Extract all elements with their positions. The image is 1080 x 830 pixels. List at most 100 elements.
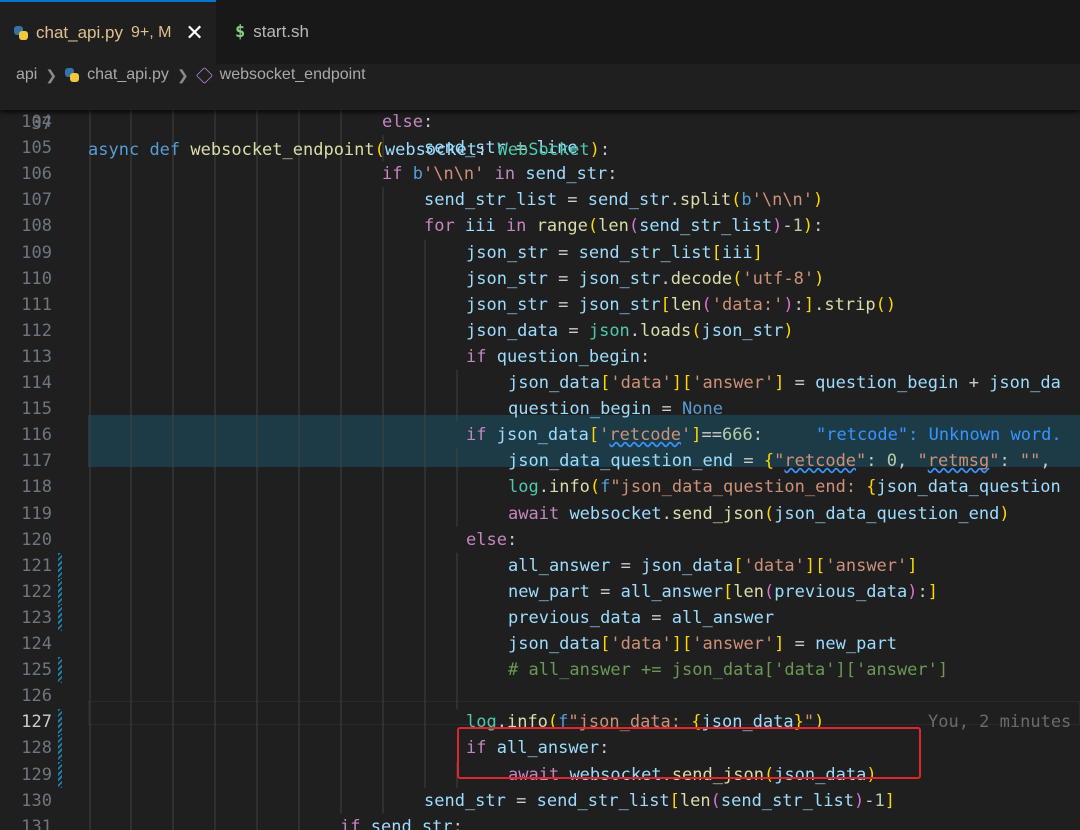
code-line[interactable]: 122 new_part = all_answer[len(previous_da… [0, 578, 1080, 605]
code-text: json_data['data']['answer'] = new_part [508, 634, 898, 654]
code-line[interactable]: 124 json_data['data']['answer'] = new_par… [0, 631, 1080, 657]
line-number: 121 [21, 555, 52, 576]
git-modified-marker [58, 735, 62, 762]
code-line[interactable]: 110 json_str = json_str.decode('utf-8') [0, 266, 1080, 292]
diagnostic-hint: "retcode": Unknown word. [816, 425, 1062, 446]
tab-status-badge: 9+, M [130, 24, 172, 41]
code-line[interactable]: 113 if question_begin: [0, 344, 1080, 370]
line-number: 120 [21, 529, 52, 550]
line-number: 37 [31, 114, 52, 134]
code-line[interactable]: 125 # all_answer += json_data['data']['an… [0, 657, 1080, 684]
code-text: async def websocket_endpoint(websocket: … [88, 140, 611, 160]
git-modified-marker [58, 709, 62, 736]
code-line[interactable]: 121 all_answer = json_data['data']['answe… [0, 552, 1080, 579]
code-text: json_str = send_str_list[iii] [466, 242, 763, 263]
code-line[interactable]: 109 json_str = send_str_list[iii] [0, 240, 1080, 266]
shell-file-icon: $ [235, 22, 246, 42]
code-text: if json_data['retcode']==666: [466, 425, 763, 446]
breadcrumb: api ❯ chat_api.py ❯ websocket_endpoint [0, 64, 1080, 86]
git-modified-marker [58, 604, 62, 631]
code-line[interactable]: 106 if b'\n\n' in send_str: [0, 161, 1080, 187]
line-number: 112 [21, 320, 52, 341]
code-text: log.info(f"json_data_question_end: {json… [508, 477, 1061, 498]
code-text: send_str = send_str_list[len(send_str_li… [424, 790, 895, 811]
code-line[interactable]: 119 await websocket.send_json(json_data_q… [0, 501, 1080, 527]
line-number: 114 [21, 373, 52, 393]
code-line[interactable]: 107 send_str_list = send_str.split(b'\n\n… [0, 187, 1080, 213]
code-line[interactable]: 118 log.info(f"json_data_question_end: {j… [0, 474, 1080, 500]
line-number: 111 [21, 294, 52, 315]
line-number: 119 [21, 503, 52, 524]
code-text: else: [382, 112, 434, 132]
code-line[interactable]: 123 previous_data = all_answer [0, 604, 1080, 631]
code-editor[interactable]: 104 else: 105 send_str = line 106 if b'\n\n' … [0, 110, 1080, 830]
close-icon[interactable]: ✕ [185, 22, 203, 44]
code-text: for iii in range(len(send_str_list)-1): [424, 216, 824, 237]
code-line[interactable]: 126 [0, 683, 1080, 709]
code-text: previous_data = all_answer [508, 607, 775, 628]
python-file-icon [65, 68, 80, 82]
code-text: json_data_question_end = {"retcode": 0, … [508, 451, 1051, 472]
code-line[interactable]: 104 else: [0, 110, 1080, 135]
line-number: 122 [21, 581, 52, 602]
code-line[interactable]: 120 else: [0, 527, 1080, 553]
code-text: json_str = json_str.decode('utf-8') [466, 268, 825, 289]
code-text: question_begin = None [508, 399, 723, 420]
line-number: 118 [21, 477, 52, 498]
git-modified-marker [58, 657, 62, 684]
line-number: 107 [21, 190, 52, 211]
line-number: 125 [21, 660, 52, 681]
code-text: json_data = json.loads(json_str) [466, 320, 794, 341]
tab-start-sh[interactable]: $ start.sh [217, 0, 407, 64]
git-modified-marker [58, 552, 62, 579]
code-line[interactable]: 112 json_data = json.loads(json_str) [0, 318, 1080, 344]
line-number: 127 [21, 712, 52, 733]
tab-label: chat_api.py [36, 23, 123, 42]
method-cube-icon [195, 66, 213, 84]
code-line[interactable]: 115 question_begin = None [0, 396, 1080, 422]
annotation-box [457, 727, 921, 779]
code-line[interactable]: 111 json_str = json_str[len('data:'):].st… [0, 292, 1080, 318]
code-line[interactable]: 116 if json_data['retcode']==666: "retcode… [0, 422, 1080, 448]
code-line[interactable]: 130 send_str = send_str_list[len(send_str… [0, 788, 1080, 814]
tab-bar: chat_api.py 9+, M ✕ $ start.sh [0, 0, 1080, 65]
line-number: 109 [21, 242, 52, 263]
line-number: 115 [21, 399, 52, 420]
code-text: else: [466, 529, 518, 550]
chevron-right-icon: ❯ [176, 66, 189, 83]
line-number: 131 [21, 816, 52, 830]
line-number: 126 [21, 686, 52, 707]
code-text: new_part = all_answer[len(previous_data)… [508, 581, 938, 602]
code-text: await websocket.send_json(json_data_ques… [508, 503, 1010, 524]
code-text: if b'\n\n' in send_str: [382, 164, 618, 185]
line-number: 110 [21, 268, 52, 289]
breadcrumb-item-function[interactable]: websocket_endpoint [220, 66, 366, 84]
code-line[interactable]: 114 json_data['data']['answer'] = questio… [0, 370, 1080, 396]
code-line[interactable]: 108 for iii in range(len(send_str_list)-1… [0, 213, 1080, 239]
code-line[interactable]: 117 json_data_question_end = {"retcode": … [0, 448, 1080, 474]
tab-chat-api[interactable]: chat_api.py 9+, M ✕ [0, 0, 216, 64]
line-number: 128 [21, 738, 52, 759]
line-number: 129 [21, 764, 52, 785]
line-number: 124 [21, 634, 52, 654]
code-text: send_str_list = send_str.split(b'\n\n') [424, 190, 824, 211]
breadcrumb-item-file[interactable]: chat_api.py [87, 66, 169, 84]
chevron-right-icon: ❯ [45, 66, 58, 83]
code-line[interactable]: 37 async def websocket_endpoint(websocke… [0, 85, 1080, 160]
code-text: json_data['data']['answer'] = question_b… [508, 373, 1061, 393]
code-text: # all_answer += json_data['data']['answe… [508, 660, 949, 681]
line-number: 130 [21, 790, 52, 811]
breadcrumb-item-api[interactable]: api [16, 66, 37, 84]
code-line[interactable]: 131 if send_str: [0, 814, 1080, 830]
python-file-icon [14, 26, 28, 40]
code-text: all_answer = json_data['data']['answer'] [508, 555, 918, 576]
line-number: 117 [21, 451, 52, 472]
git-blame-annotation: You, 2 minutes [928, 712, 1072, 733]
line-number: 113 [21, 346, 52, 367]
sticky-scroll[interactable]: 37 async def websocket_endpoint(websocke… [0, 85, 1080, 160]
code-text: json_str = json_str[len('data:'):].strip… [466, 294, 897, 315]
code-text: if send_str: [340, 816, 463, 830]
code-text: if question_begin: [466, 346, 651, 367]
line-number: 123 [21, 607, 52, 628]
line-number: 116 [21, 425, 52, 446]
